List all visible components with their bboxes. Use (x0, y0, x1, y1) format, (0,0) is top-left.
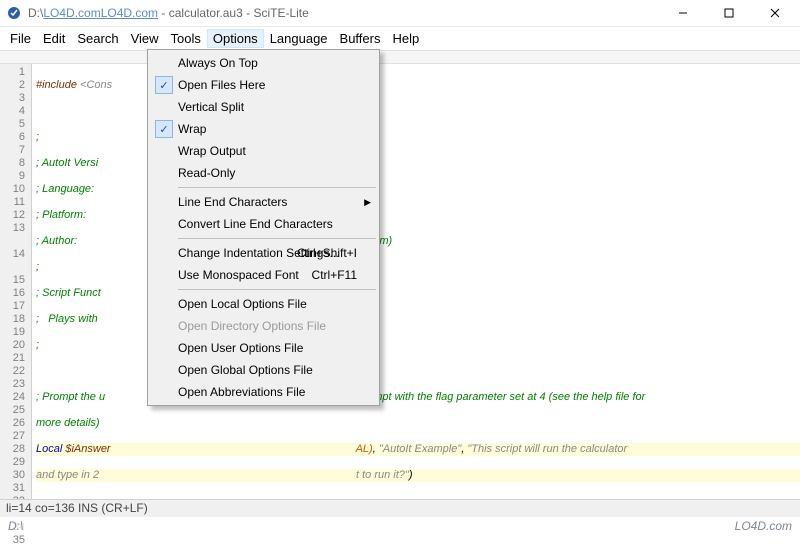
menu-open-user-options[interactable]: Open User Options File (150, 337, 377, 359)
menu-always-on-top[interactable]: Always On Top (150, 52, 377, 74)
footer-right: LO4D.com (735, 519, 792, 533)
menu-language[interactable]: Language (264, 29, 334, 48)
line-gutter: 1234567891011121314151617181920212223242… (0, 64, 32, 515)
menu-view[interactable]: View (125, 29, 165, 48)
menu-buffers[interactable]: Buffers (334, 29, 387, 48)
minimize-button[interactable] (660, 0, 706, 27)
menu-separator (178, 238, 376, 239)
watermark-footer: D:\ LO4D.com (0, 517, 800, 535)
menu-bar: File Edit Search View Tools Options Lang… (0, 27, 800, 50)
code-editor[interactable]: 1234567891011121314151617181920212223242… (0, 64, 800, 515)
title-bar: D:\LO4D.comLO4D.com - calculator.au3 - S… (0, 0, 800, 27)
menu-separator (178, 187, 376, 188)
menu-edit[interactable]: Edit (37, 29, 71, 48)
toolbar (0, 50, 800, 64)
menu-search[interactable]: Search (71, 29, 124, 48)
menu-open-files-here[interactable]: ✓Open Files Here (150, 74, 377, 96)
maximize-button[interactable] (706, 0, 752, 27)
menu-convert-line-end[interactable]: Convert Line End Characters (150, 213, 377, 235)
app-icon (6, 5, 22, 21)
status-bar: li=14 co=136 INS (CR+LF) (0, 499, 800, 517)
menu-change-indent[interactable]: Change Indentation Settings...Ctrl+Shift… (150, 242, 377, 264)
menu-file[interactable]: File (4, 29, 37, 48)
menu-wrap[interactable]: ✓Wrap (150, 118, 377, 140)
menu-help[interactable]: Help (386, 29, 425, 48)
menu-vertical-split[interactable]: Vertical Split (150, 96, 377, 118)
menu-open-global-options[interactable]: Open Global Options File (150, 359, 377, 381)
check-icon: ✓ (155, 120, 173, 138)
menu-use-monospaced[interactable]: Use Monospaced FontCtrl+F11 (150, 264, 377, 286)
menu-read-only[interactable]: Read-Only (150, 162, 377, 184)
menu-tools[interactable]: Tools (165, 29, 207, 48)
footer-left: D:\ (8, 519, 23, 533)
check-icon: ✓ (155, 76, 173, 94)
menu-open-local-options[interactable]: Open Local Options File (150, 293, 377, 315)
menu-wrap-output[interactable]: Wrap Output (150, 140, 377, 162)
menu-open-dir-options: Open Directory Options File (150, 315, 377, 337)
options-dropdown: Always On Top ✓Open Files Here Vertical … (147, 49, 380, 406)
window-title: D:\LO4D.comLO4D.com - calculator.au3 - S… (28, 6, 660, 20)
menu-open-abbrev[interactable]: Open Abbreviations File (150, 381, 377, 403)
menu-line-end-chars[interactable]: Line End Characters▶ (150, 191, 377, 213)
close-button[interactable] (752, 0, 798, 27)
menu-options[interactable]: Options (207, 29, 264, 48)
menu-separator (178, 289, 376, 290)
submenu-arrow-icon: ▶ (364, 197, 371, 208)
